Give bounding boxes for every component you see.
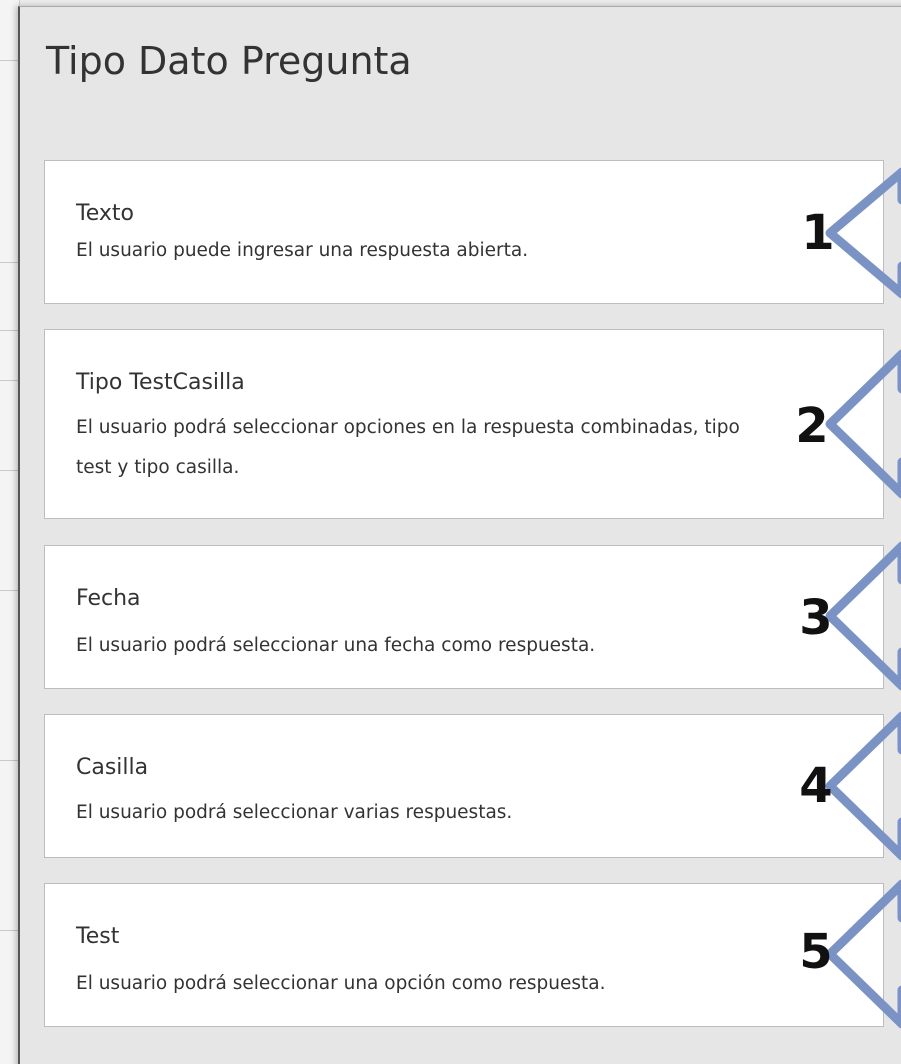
option-title: Fecha — [76, 586, 141, 611]
annotation-marker: 1 — [801, 205, 835, 261]
question-type-dialog: Tipo Dato Pregunta Texto El usuario pued… — [18, 6, 901, 1064]
annotation-marker: 5 — [799, 924, 833, 980]
option-title: Tipo TestCasilla — [76, 370, 245, 395]
option-card-tipo-testcasilla[interactable]: Tipo TestCasilla El usuario podrá selecc… — [44, 329, 884, 519]
option-title: Test — [76, 924, 120, 949]
option-description: El usuario podrá seleccionar una fecha c… — [76, 635, 596, 656]
dialog-title: Tipo Dato Pregunta — [46, 39, 412, 83]
annotation-marker: 3 — [799, 590, 833, 646]
option-description: El usuario puede ingresar una respuesta … — [76, 240, 529, 261]
option-card-test[interactable]: Test El usuario podrá seleccionar una op… — [44, 883, 884, 1027]
option-title: Casilla — [76, 755, 149, 780]
option-card-fecha[interactable]: Fecha El usuario podrá seleccionar una f… — [44, 545, 884, 689]
option-description: El usuario podrá seleccionar una opción … — [76, 973, 606, 994]
annotation-marker: 2 — [795, 398, 829, 454]
background-window-edge — [0, 0, 20, 1064]
option-card-casilla[interactable]: Casilla El usuario podrá seleccionar var… — [44, 714, 884, 858]
option-title: Texto — [76, 201, 134, 226]
option-description: El usuario podrá seleccionar varias resp… — [76, 802, 513, 823]
option-description: El usuario podrá seleccionar opciones en… — [76, 417, 740, 478]
screenshot-stage: Tipo Dato Pregunta Texto El usuario pued… — [0, 0, 901, 1064]
annotation-marker: 4 — [799, 758, 833, 814]
option-card-texto[interactable]: Texto El usuario puede ingresar una resp… — [44, 160, 884, 304]
